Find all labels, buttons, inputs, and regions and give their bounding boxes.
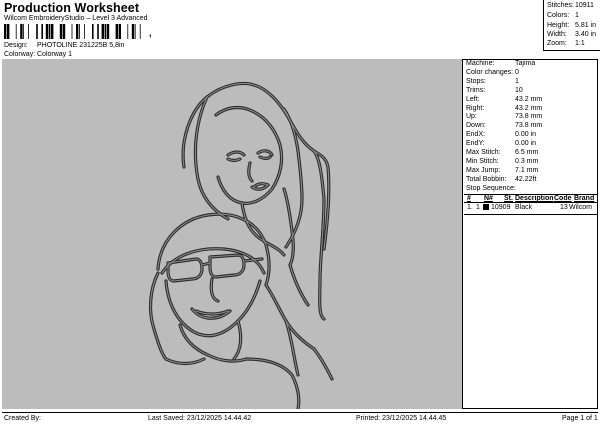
col-code: Code	[554, 195, 572, 202]
info-value: 0	[515, 68, 519, 76]
info-value: 0.00 in	[515, 131, 537, 139]
barcode-bar	[45, 24, 49, 39]
info-value: 0.00 in	[515, 140, 537, 148]
software-subtitle: Wilcom EmbroideryStudio – Level 3 Advanc…	[4, 15, 148, 22]
barcode-bar	[92, 24, 94, 39]
barcode-bar	[41, 24, 43, 39]
info-label: Max Stitch:	[466, 149, 501, 156]
created-by: Created By:	[4, 415, 41, 422]
col-index: #	[467, 195, 471, 202]
info-label: Max Jump:	[466, 166, 501, 174]
last-saved: Last Saved: 23/12/2025 14.44.42	[148, 415, 252, 422]
stop-sequence-header: # N# St. Description Code Brand	[464, 194, 598, 203]
barcode-bar	[97, 24, 99, 39]
barcode-bar	[28, 24, 29, 39]
barcode-bar	[84, 24, 85, 39]
info-label: Up:	[466, 113, 477, 121]
page-number: Page 1 of 1	[562, 415, 598, 422]
col-brand: Brand	[574, 195, 595, 202]
stop-sequence-title: Stop Sequence:	[466, 185, 516, 192]
row-code: 13	[560, 204, 568, 211]
barcode-bar	[139, 24, 141, 39]
row-description: Black	[515, 204, 533, 211]
info-value: Tajima	[515, 60, 536, 67]
row-needle: 1	[476, 204, 480, 211]
row-stitches: 10909	[491, 204, 511, 211]
info-value: 10	[515, 86, 523, 94]
barcode-bar	[76, 24, 79, 39]
barcode-bar	[51, 24, 54, 39]
barcode-bar	[48, 24, 51, 39]
info-value: 42.22ft	[515, 175, 537, 183]
barcode-bar	[71, 24, 73, 39]
colorway-label: Colorway:	[4, 51, 36, 58]
info-label: Down:	[466, 122, 486, 130]
info-label: Total Bobbin:	[466, 175, 507, 183]
design-label: Design:	[4, 42, 28, 49]
barcode-bar	[104, 24, 107, 39]
barcode-bar	[36, 24, 38, 39]
barcode-bar	[134, 24, 136, 39]
info-label: Right:	[466, 104, 485, 112]
machine-info-panel: Machine: Tajima Color changes: 0 Stops: 1 Trim…	[464, 59, 598, 409]
barcode-bar	[118, 24, 121, 39]
design-summary: Stitches: 10911 Colors: 1 Height: 5.81 in W…	[543, 0, 600, 51]
barcode-bar	[15, 24, 17, 39]
info-label: EndX:	[466, 131, 486, 139]
design-value: PHOTOLINE 231225B 5,8in	[37, 42, 125, 49]
info-value: 73.8 mm	[515, 122, 543, 130]
info-label: Left:	[466, 95, 480, 103]
info-value: 1	[515, 77, 519, 85]
barcode-bar	[115, 24, 118, 39]
barcode-bar	[106, 24, 110, 39]
stop-sequence-divider	[464, 214, 598, 215]
info-value: 6.5 mm	[515, 149, 539, 156]
info-label: Machine:	[466, 60, 495, 67]
table-row: 1. 1 10909 Black 13 Wilcom	[464, 204, 598, 213]
info-value: 7.1 mm	[515, 166, 539, 174]
footer: Created By: Last Saved: 23/12/2025 14.44…	[2, 412, 598, 423]
barcode-bar	[7, 24, 10, 39]
barcode-graphic	[4, 24, 141, 39]
page-title: Production Worksheet	[4, 1, 140, 15]
barcode-bar	[101, 24, 104, 39]
row-index: 1.	[467, 204, 473, 211]
barcode-suffix: ,	[149, 28, 152, 38]
printed-date: Printed: 23/12/2025 14.44.45	[356, 415, 447, 422]
col-stitches: St.	[504, 195, 513, 202]
barcode-bar	[62, 24, 66, 39]
colorway-value: Colorway 1	[37, 51, 73, 58]
info-value: 73.8 mm	[515, 113, 543, 121]
barcode: ,	[4, 24, 184, 39]
info-value: 43.2 mm	[515, 104, 543, 112]
barcode-bar	[131, 24, 135, 39]
barcode-bar	[23, 24, 24, 39]
design-preview	[2, 59, 463, 409]
barcode-bar	[4, 24, 7, 39]
info-label: Stops:	[466, 77, 486, 85]
row-brand: Wilcom	[569, 204, 592, 211]
info-label: Min Stitch:	[466, 157, 499, 165]
info-label: Color changes:	[466, 68, 514, 76]
col-needle: N#	[484, 195, 493, 202]
embroidery-portrait	[148, 81, 334, 409]
thread-highlight	[149, 82, 333, 409]
barcode-bar	[79, 24, 80, 39]
info-value: 0.3 mm	[515, 157, 539, 165]
col-description: Description	[515, 195, 554, 202]
barcode-bar	[20, 24, 23, 39]
thread-swatch	[483, 204, 489, 210]
info-value: 43.2 mm	[515, 95, 543, 103]
info-label: EndY:	[466, 140, 485, 148]
barcode-bar	[127, 24, 129, 39]
info-label: Trims:	[466, 86, 486, 94]
barcode-bar	[59, 24, 63, 39]
